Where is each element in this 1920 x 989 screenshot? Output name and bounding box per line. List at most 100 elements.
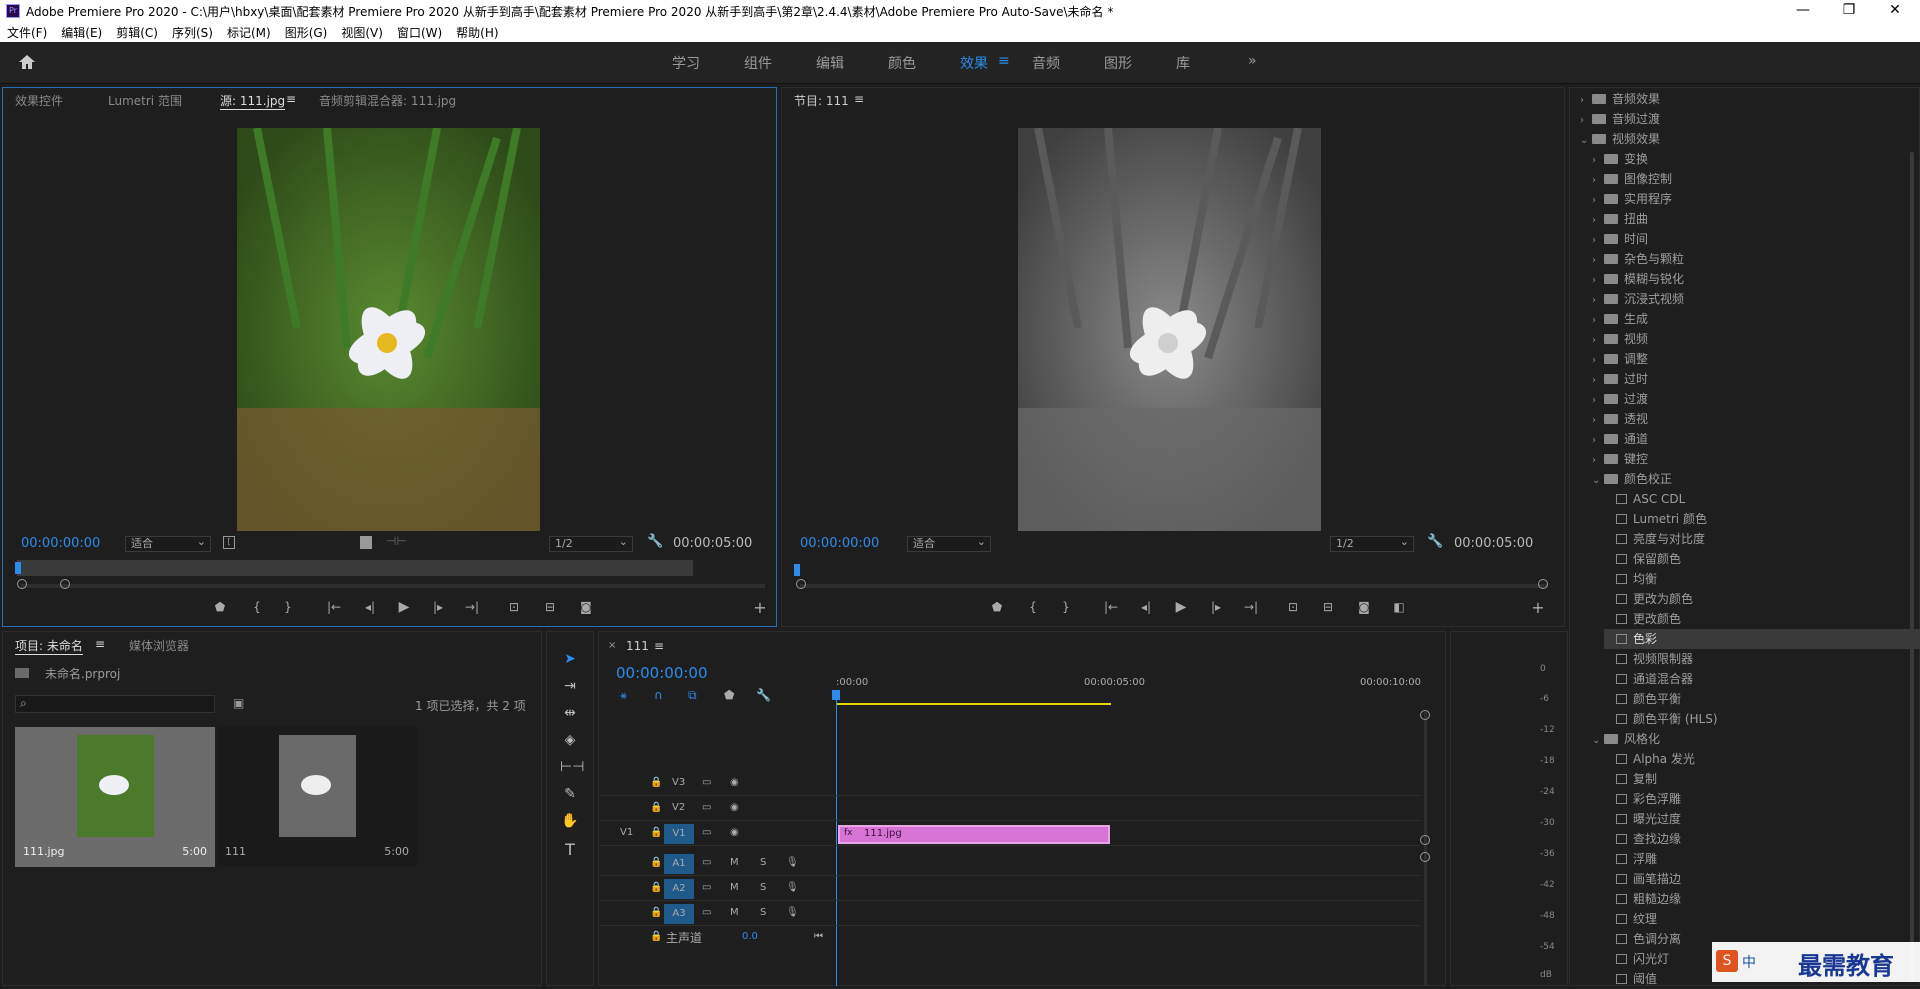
program-mark-out-icon[interactable]: } [1055,600,1077,614]
source-timecode[interactable]: 00:00:00:00 [21,536,100,551]
project-search-input[interactable]: ⌕ [15,695,215,713]
menu-file[interactable]: 文件(F) [0,24,54,41]
effect-item[interactable]: 均衡 [1604,569,1920,589]
chevron-right-icon[interactable]: › [1592,291,1604,311]
program-go-to-in-icon[interactable]: |← [1100,600,1122,614]
chevron-right-icon[interactable]: › [1592,171,1604,191]
effect-item[interactable]: 亮度与对比度 [1604,529,1920,549]
effects-folder[interactable]: › 沉浸式视频 [1592,289,1920,309]
mute-icon[interactable]: M [730,857,739,868]
menu-markers[interactable]: 标记(M) [220,24,278,41]
effect-item[interactable]: 颜色平衡 (HLS) [1604,709,1920,729]
chevron-right-icon[interactable]: › [1592,351,1604,371]
lock-icon[interactable]: 🔒 [650,931,662,942]
effects-folder[interactable]: › 实用程序 [1592,189,1920,209]
tab-audio-clip-mixer[interactable]: 音频剪辑混合器: 111.jpg [319,92,456,109]
program-wrench-icon[interactable]: 🔧 [1427,534,1443,549]
effects-folder[interactable]: › 图像控制 [1592,169,1920,189]
timeline-scroll-handle-low[interactable] [1420,852,1430,862]
effect-item[interactable]: 查找边缘 [1604,829,1920,849]
project-item-1[interactable]: 111.jpg 5:00 [15,727,215,867]
tab-lumetri-scopes[interactable]: Lumetri 范围 [108,92,182,109]
eye-icon[interactable]: ◉ [730,802,739,813]
effect-item[interactable]: 视频限制器 [1604,649,1920,669]
chevron-right-icon[interactable]: › [1592,271,1604,291]
program-timecode[interactable]: 00:00:00:00 [800,536,879,551]
slip-tool-icon[interactable]: ⊢⊣ [560,759,584,775]
mute-icon[interactable]: M [730,882,739,893]
workspace-assembly[interactable]: 组件 [744,53,772,73]
step-forward-icon[interactable]: |▸ [427,600,449,614]
menu-window[interactable]: 窗口(W) [390,24,449,41]
program-button-editor-icon[interactable]: + [1527,598,1549,617]
workspace-editing[interactable]: 编辑 [816,53,844,73]
tab-source[interactable]: 源: 111.jpg [220,92,286,110]
track-a3-target[interactable]: A3 [664,904,694,924]
chevron-down-icon[interactable]: ⌄ [1580,131,1592,151]
effects-scrollbar[interactable] [1910,152,1914,982]
effect-item[interactable]: 复制 [1604,769,1920,789]
go-to-in-icon[interactable]: |← [323,600,345,614]
step-back-icon[interactable]: ◂| [359,600,381,614]
effect-item[interactable]: 保留颜色 [1604,549,1920,569]
mute-icon[interactable]: M [730,907,739,918]
effects-folder[interactable]: › 通道 [1592,429,1920,449]
lock-icon[interactable]: 🔒 [650,802,662,813]
effect-item[interactable]: Lumetri 颜色 [1604,509,1920,529]
chevron-down-icon[interactable]: ⌄ [1592,471,1604,491]
workspace-effects[interactable]: 效果 [960,53,988,73]
sync-lock-icon[interactable]: ▭ [702,827,711,838]
chevron-right-icon[interactable]: › [1592,311,1604,331]
chevron-right-icon[interactable]: › [1580,111,1592,131]
hand-tool-icon[interactable]: ✋ [560,813,580,829]
timeline-menu-icon[interactable]: ≡ [654,639,664,653]
effect-item[interactable]: 曝光过度 [1604,809,1920,829]
ime-mode[interactable]: 中 [1742,952,1756,972]
timeline-clip[interactable]: fx 111.jpg [838,825,1110,844]
effects-folder[interactable]: › 变换 [1592,149,1920,169]
razor-tool-icon[interactable]: ◈ [560,732,580,748]
timeline-timecode[interactable]: 00:00:00:00 [616,664,708,682]
play-icon[interactable]: ▶ [393,599,415,615]
menu-sequence[interactable]: 序列(S) [165,24,220,41]
mark-in-icon[interactable]: { [246,600,268,614]
microphone-icon[interactable]: 🎙 [786,907,799,918]
effects-folder[interactable]: ⌄ 风格化 [1592,729,1920,749]
chevron-right-icon[interactable]: › [1592,251,1604,271]
source-button-editor-icon[interactable]: + [749,598,771,617]
source-scroll-end-handle[interactable] [60,579,70,589]
source-resolution-dropdown[interactable]: 1/2 [549,535,633,552]
tab-timeline-sequence[interactable]: 111 [626,639,649,653]
home-icon[interactable] [18,54,36,70]
solo-icon[interactable]: S [760,882,766,893]
lock-icon[interactable]: 🔒 [650,857,662,868]
effect-item[interactable]: 色彩 [1604,629,1920,649]
effects-folder[interactable]: › 音频效果 [1580,89,1920,109]
export-frame-icon[interactable]: ◙ [575,600,597,614]
workspace-libraries[interactable]: 库 [1176,53,1190,73]
menu-graphics[interactable]: 图形(G) [278,24,335,41]
workspace-learn[interactable]: 学习 [672,53,700,73]
effects-folder[interactable]: › 生成 [1592,309,1920,329]
more-workspaces-icon[interactable]: » [1248,53,1257,69]
tab-project[interactable]: 项目: 未命名 [15,637,83,655]
effect-item[interactable]: 更改为颜色 [1604,589,1920,609]
effects-folder[interactable]: › 键控 [1592,449,1920,469]
chevron-right-icon[interactable]: › [1592,431,1604,451]
effects-folder[interactable]: ⌄ 颜色校正 [1592,469,1920,489]
comparison-view-icon[interactable]: ◧ [1388,600,1410,614]
workspace-menu-icon[interactable]: ≡ [998,53,1010,69]
ripple-edit-tool-icon[interactable]: ⇹ [560,705,580,721]
program-add-marker-icon[interactable]: ⬟ [986,600,1008,614]
menu-edit[interactable]: 编辑(E) [54,24,109,41]
effects-folder[interactable]: › 模糊与锐化 [1592,269,1920,289]
effects-folder[interactable]: › 时间 [1592,229,1920,249]
track-select-tool-icon[interactable]: ⇥ [560,678,580,694]
solo-icon[interactable]: S [760,907,766,918]
chevron-right-icon[interactable]: › [1592,391,1604,411]
effects-folder[interactable]: ⌄ 视频效果 [1580,129,1920,149]
track-a2-target[interactable]: A2 [664,879,694,899]
lock-icon[interactable]: 🔒 [650,907,662,918]
timeline-scroll-handle-mid[interactable] [1420,835,1430,845]
minimize-icon[interactable]: — [1780,0,1826,22]
